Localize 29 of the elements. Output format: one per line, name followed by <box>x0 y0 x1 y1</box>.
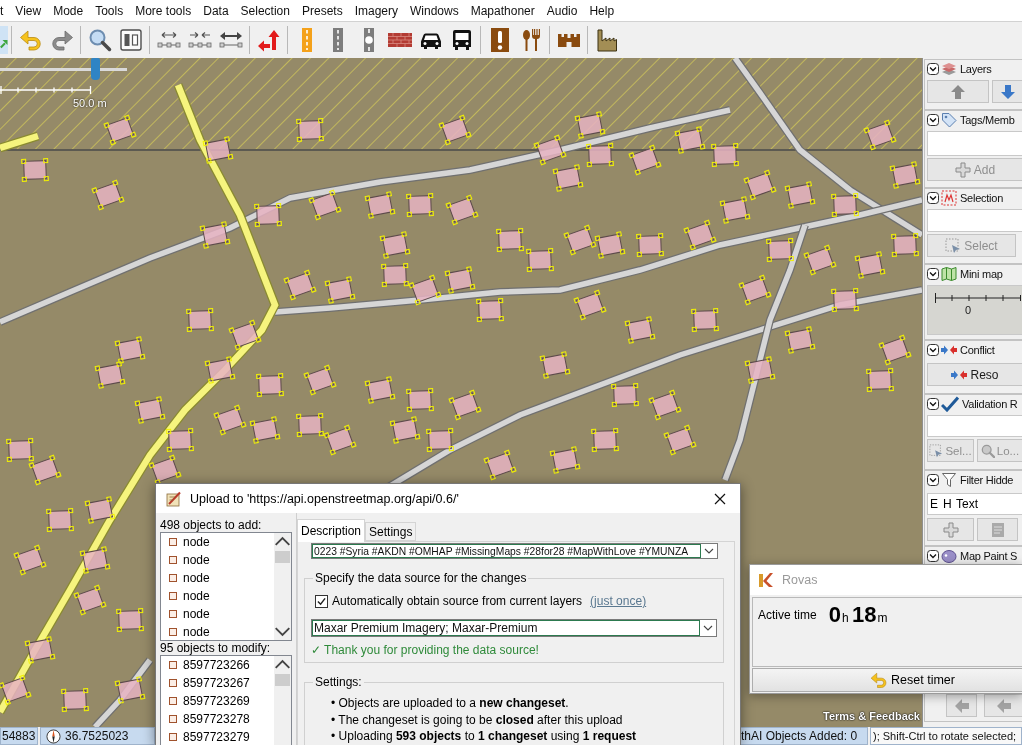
panel-title: Tags/Memb <box>960 114 1015 126</box>
panel-title: Filter Hidde <box>960 474 1014 486</box>
panel-title: Layers <box>960 63 992 75</box>
window-title: Upload to 'https://api.openstreetmap.org/api/0.6/' <box>190 491 460 506</box>
coordinate-field: 54883 <box>0 727 38 745</box>
timer-value: 0h 18m <box>828 601 888 628</box>
panel-title: Map Paint S <box>960 550 1018 562</box>
settings-bullet: • Uploading 593 objects to 1 changeset using 1 request <box>330 728 638 745</box>
timer-label: Active time <box>758 607 817 622</box>
list-label: 498 objects to add: <box>160 518 263 532</box>
status-hint: ); Shift-Ctrl to rotate selected; <box>870 727 1022 745</box>
group-title: Specify the data source for the changes <box>314 571 528 585</box>
column-header: E <box>929 496 939 513</box>
settings-bullet: • Objects are uploaded to a new changeset. <box>330 695 570 712</box>
column-header: H <box>942 496 953 513</box>
column-header: Text <box>955 496 979 513</box>
checkbox-label: Automatically obtain source from current layers <box>332 594 583 608</box>
window-title: Rovas <box>782 573 819 587</box>
coordinate-text: 36.7525023 <box>65 729 129 743</box>
settings-bullet: • The changeset is going to be closed after this upload <box>330 711 624 728</box>
scale-label: 0 <box>964 304 973 316</box>
group-title: Settings: <box>314 675 363 689</box>
panel-title: Conflict <box>960 344 995 356</box>
confirmation-message: ✓ Thank you for providing the data source! <box>311 643 540 657</box>
panel-title: Mini map <box>960 268 1003 280</box>
panel-title: Selection <box>960 192 1003 204</box>
panel-title: Validation R <box>962 398 1018 410</box>
scale-label: 50.0 m <box>73 97 107 109</box>
list-label: 95 objects to modify: <box>160 641 272 655</box>
